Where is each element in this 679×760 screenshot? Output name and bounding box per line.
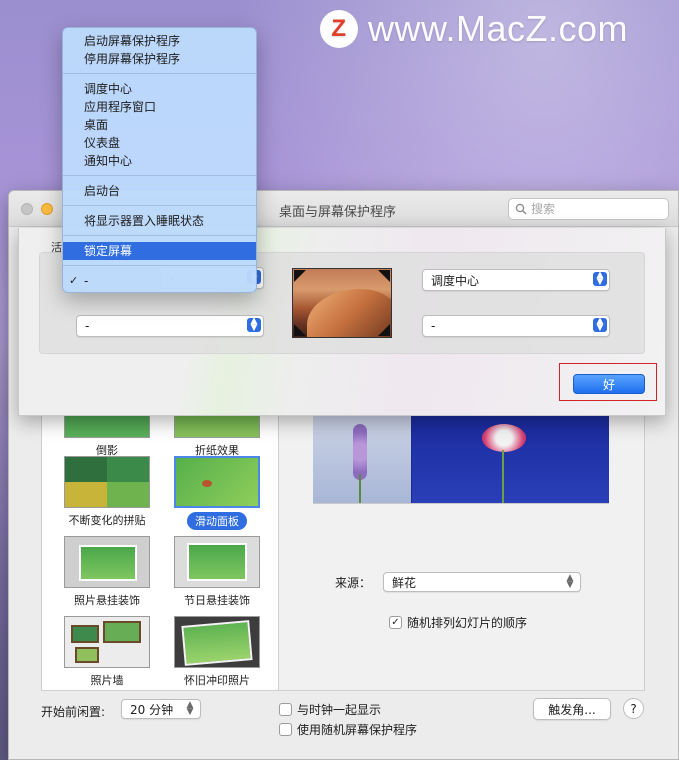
- updown-chevron-icon: ▲▼: [593, 271, 607, 287]
- updown-chevron-icon: ▲▼: [247, 317, 261, 333]
- ok-highlight-frame: 好: [559, 363, 657, 401]
- menu-item-launchpad[interactable]: 启动台: [63, 182, 256, 200]
- window-title: 桌面与屏幕保护程序: [279, 205, 397, 220]
- corner-bottom-right-value: -: [431, 319, 436, 333]
- menu-item-dashboard[interactable]: 仪表盘: [63, 134, 256, 152]
- corner-action-menu[interactable]: 启动屏幕保护程序 停用屏幕保护程序 调度中心 应用程序窗口 桌面 仪表盘 通知中…: [62, 27, 257, 293]
- saver-thumbnail: [64, 536, 150, 588]
- menu-item-disable-screensaver[interactable]: 停用屏幕保护程序: [63, 50, 256, 68]
- saver-label: 不断变化的拼贴: [68, 514, 146, 527]
- screensaver-list[interactable]: 倒影 折纸效果 不断变化的拼贴 滑动面板 照片悬挂装饰 节日悬挂装饰 照片墙 怀…: [41, 413, 279, 691]
- corner-bottom-left-value: -: [85, 319, 90, 333]
- preview-panel-left: [313, 414, 411, 503]
- show-clock-checkbox[interactable]: [279, 703, 292, 716]
- saver-vintage-prints[interactable]: 怀旧冲印照片: [172, 616, 262, 688]
- random-saver-label: 使用随机屏幕保护程序: [297, 723, 418, 737]
- saver-label-selected: 滑动面板: [187, 512, 247, 530]
- desktop-corner-preview: [292, 268, 392, 338]
- menu-item-none-label: -: [84, 274, 89, 288]
- watermark-text: www.MacZ.com: [368, 8, 629, 49]
- saver-thumbnail: [64, 414, 150, 438]
- saver-holiday-mobile[interactable]: 节日悬挂装饰: [172, 536, 262, 608]
- source-select[interactable]: 鲜花 ▲ ▼: [383, 572, 581, 592]
- saver-label: 照片墙: [90, 674, 124, 687]
- shuffle-row[interactable]: ✓ 随机排列幻灯片的顺序: [389, 614, 527, 631]
- menu-separator: [63, 73, 256, 74]
- macz-logo: Z: [320, 10, 358, 48]
- search-icon: [515, 203, 527, 215]
- search-box[interactable]: [508, 198, 669, 220]
- menu-item-lock-screen[interactable]: 锁定屏幕: [63, 242, 256, 260]
- search-input[interactable]: [531, 202, 651, 216]
- saver-origami[interactable]: 折纸效果: [172, 414, 262, 458]
- saver-shifting-tiles[interactable]: 不断变化的拼贴: [62, 456, 152, 528]
- updown-chevron-icon: ▲▼: [566, 573, 574, 590]
- source-value: 鲜花: [392, 575, 417, 590]
- menu-separator: [63, 235, 256, 236]
- saver-thumbnail: [64, 456, 150, 508]
- corner-top-right-select[interactable]: 调度中心 ▲ ▼: [422, 269, 610, 291]
- menu-separator: [63, 205, 256, 206]
- random-saver-checkbox[interactable]: [279, 723, 292, 736]
- corner-marker-icon: [378, 270, 390, 282]
- idle-label: 开始前闲置:: [41, 705, 106, 719]
- menu-item-start-screensaver[interactable]: 启动屏幕保护程序: [63, 32, 256, 50]
- saver-thumbnail: [174, 616, 260, 668]
- watermark: Z www.MacZ.com: [320, 8, 628, 50]
- flower-preview: [313, 414, 609, 504]
- corner-top-right-value: 调度中心: [431, 273, 480, 288]
- preview-pane: 来源： 鲜花 ▲ ▼ ✓ 随机排列幻灯片的顺序: [279, 413, 645, 691]
- menu-separator: [63, 265, 256, 266]
- shuffle-checkbox[interactable]: ✓: [389, 616, 402, 629]
- ok-button[interactable]: 好: [573, 374, 645, 394]
- menu-separator: [63, 175, 256, 176]
- idle-time-select[interactable]: 20 分钟 ▲ ▼: [121, 699, 201, 719]
- minimize-button[interactable]: [41, 203, 53, 215]
- source-label: 来源：: [335, 576, 372, 590]
- saver-photo-wall[interactable]: 照片墙: [62, 616, 152, 688]
- menu-item-none[interactable]: ✓ -: [63, 272, 256, 290]
- saver-photo-mobile[interactable]: 照片悬挂装饰: [62, 536, 152, 608]
- bottom-bar: 开始前闲置: 20 分钟 ▲ ▼ 与时钟一起显示 使用随机屏幕保护程序 触发角..…: [9, 691, 678, 760]
- checkmark-icon: ✓: [69, 274, 79, 287]
- saver-thumbnail: [64, 616, 150, 668]
- saver-thumbnail: [174, 456, 260, 508]
- menu-item-app-windows[interactable]: 应用程序窗口: [63, 98, 256, 116]
- preview-panel-right: [412, 414, 609, 503]
- saver-label: 怀旧冲印照片: [184, 674, 250, 687]
- show-clock-row[interactable]: 与时钟一起显示: [279, 701, 381, 718]
- corner-bottom-left-select[interactable]: - ▲ ▼: [76, 315, 264, 337]
- menu-item-mission-control[interactable]: 调度中心: [63, 80, 256, 98]
- menu-item-display-sleep[interactable]: 将显示器置入睡眠状态: [63, 212, 256, 230]
- hot-corners-button[interactable]: 触发角...: [533, 698, 611, 720]
- corner-marker-icon: [378, 324, 390, 336]
- shuffle-label: 随机排列幻灯片的顺序: [407, 616, 528, 630]
- saver-sliding-panels[interactable]: 滑动面板: [172, 456, 262, 530]
- saver-label: 照片悬挂装饰: [74, 594, 140, 607]
- corner-bottom-right-select[interactable]: - ▲ ▼: [422, 315, 610, 337]
- saver-thumbnail: [174, 536, 260, 588]
- updown-chevron-icon: ▲▼: [593, 317, 607, 333]
- random-saver-row[interactable]: 使用随机屏幕保护程序: [279, 721, 417, 738]
- show-clock-label: 与时钟一起显示: [297, 703, 382, 717]
- corner-marker-icon: [294, 324, 306, 336]
- saver-thumbnail: [174, 414, 260, 438]
- idle-time-value: 20 分钟: [130, 702, 174, 717]
- saver-label: 节日悬挂装饰: [184, 594, 250, 607]
- corner-marker-icon: [294, 270, 306, 282]
- menu-item-desktop[interactable]: 桌面: [63, 116, 256, 134]
- menu-item-notification-center[interactable]: 通知中心: [63, 152, 256, 170]
- close-button[interactable]: [21, 203, 33, 215]
- saver-reflection[interactable]: 倒影: [62, 414, 152, 458]
- help-button[interactable]: ?: [623, 698, 644, 719]
- updown-chevron-icon: ▲▼: [186, 700, 194, 717]
